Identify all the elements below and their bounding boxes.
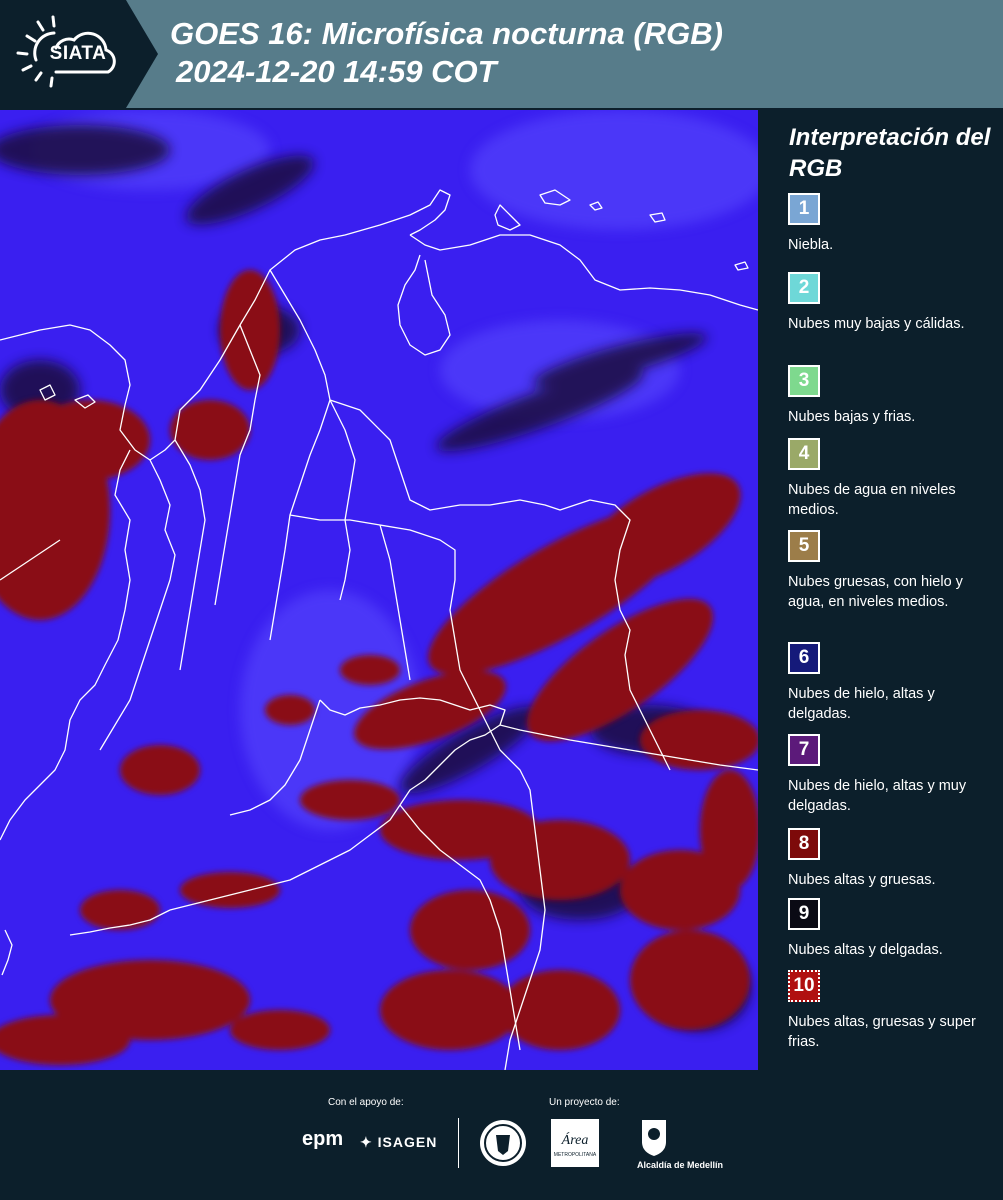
legend-item: 10 Nubes altas, gruesas y super frias. <box>788 970 998 1052</box>
isagen-star-icon: ✦ <box>360 1134 378 1150</box>
isagen-logo: ✦ ISAGEN <box>360 1134 437 1151</box>
legend-swatch: 8 <box>788 828 820 860</box>
header-banner: SIATA GOES 16: Microfísica nocturna (RGB… <box>0 0 1003 108</box>
legend-item: 5 Nubes gruesas, con hielo y agua, en ni… <box>788 530 998 612</box>
legend-item: 6 Nubes de hielo, altas y delgadas. <box>788 642 998 724</box>
project-label: Un proyecto de: <box>549 1097 620 1108</box>
footer-divider <box>458 1118 459 1168</box>
page-timestamp: 2024-12-20 14:59 COT <box>176 54 497 89</box>
legend-label: Nubes de agua en niveles medios. <box>788 482 956 518</box>
legend-label: Nubes altas y delgadas. <box>788 942 943 958</box>
legend-label: Niebla. <box>788 237 834 253</box>
support-label: Con el apoyo de: <box>328 1097 404 1108</box>
page-title: GOES 16: Microfísica nocturna (RGB) <box>170 16 723 51</box>
area-subtitle: METROPOLITANA <box>554 1152 597 1158</box>
epm-logo: epm <box>302 1128 344 1150</box>
legend-panel: Interpretación del RGB 1 Niebla. 2 Nubes… <box>760 110 1003 1070</box>
legend-swatch: 5 <box>788 530 820 562</box>
seal-logo <box>480 1120 526 1166</box>
legend-swatch: 4 <box>788 438 820 470</box>
legend-title: Interpretación del RGB <box>789 124 991 182</box>
satellite-map <box>0 110 758 1070</box>
legend-label: Nubes gruesas, con hielo y agua, en nive… <box>788 574 963 610</box>
legend-swatch: 1 <box>788 193 820 225</box>
legend-item: 3 Nubes bajas y frias. <box>788 365 998 427</box>
legend-swatch: 7 <box>788 734 820 766</box>
legend-label: Nubes muy bajas y cálidas. <box>788 316 965 332</box>
footer: Con el apoyo de: Un proyecto de: epm ✦ I… <box>0 1070 1003 1200</box>
legend-label: Nubes bajas y frias. <box>788 409 916 425</box>
legend-item: 1 Niebla. <box>788 193 998 255</box>
legend-label: Nubes altas, gruesas y super frias. <box>788 1014 976 1050</box>
logo-text: SIATA <box>49 43 107 64</box>
legend-label: Nubes de hielo, altas y muy delgadas. <box>788 778 967 814</box>
legend-label: Nubes altas y gruesas. <box>788 872 936 888</box>
siata-logo: SIATA <box>0 0 158 108</box>
legend-swatch: 6 <box>788 642 820 674</box>
legend-item: 7 Nubes de hielo, altas y muy delgadas. <box>788 734 998 816</box>
isagen-text: ISAGEN <box>377 1134 438 1150</box>
legend-swatch: 9 <box>788 898 820 930</box>
legend-item: 8 Nubes altas y gruesas. <box>788 828 998 890</box>
alcaldia-shield-icon <box>642 1120 666 1156</box>
legend-swatch: 10 <box>788 970 820 1002</box>
legend-item: 2 Nubes muy bajas y cálidas. <box>788 272 998 334</box>
area-metropolitana-logo: Área METROPOLITANA <box>551 1119 599 1167</box>
legend-item: 9 Nubes altas y delgadas. <box>788 898 998 960</box>
legend-label: Nubes de hielo, altas y delgadas. <box>788 686 935 722</box>
area-name: Área <box>561 1131 589 1148</box>
legend-swatch: 2 <box>788 272 820 304</box>
legend-swatch: 3 <box>788 365 820 397</box>
legend-item: 4 Nubes de agua en niveles medios. <box>788 438 998 520</box>
alcaldia-label: Alcaldía de Medellín <box>637 1160 724 1170</box>
